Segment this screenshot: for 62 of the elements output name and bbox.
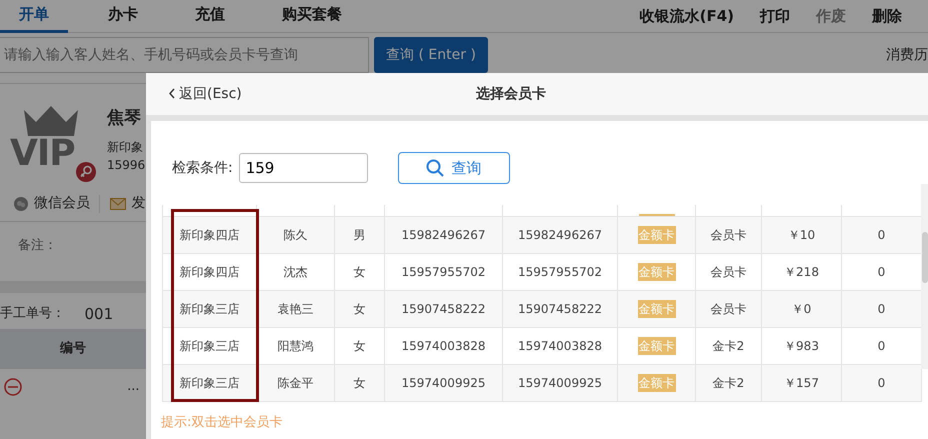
search-field[interactable]: 请输入输入客人姓名、手机号码或会员卡号查询	[0, 37, 369, 73]
balance-cell: ￥10	[762, 216, 842, 254]
card-number-cell: 15974009925	[502, 364, 618, 402]
toolbar-button[interactable]: 删除	[872, 4, 902, 28]
remove-icon[interactable]	[4, 378, 22, 396]
female-icon	[76, 162, 96, 182]
card-type-tag: 金额卡	[638, 226, 676, 244]
tab[interactable]: 购买套餐	[265, 0, 359, 32]
points-cell: 0	[842, 364, 922, 402]
balance-cell: ￥157	[762, 364, 842, 402]
card-type-tag: 金额卡	[638, 336, 676, 356]
wechat-icon	[14, 196, 28, 210]
phone-cell: 15974009925	[384, 364, 502, 402]
crown-icon	[22, 106, 80, 136]
gender-cell: 女	[334, 364, 384, 402]
table-cell-text: ...	[127, 378, 140, 396]
scrollbar[interactable]	[921, 184, 928, 369]
phone-cell: 15982496267	[384, 216, 502, 254]
points-cell: 0	[842, 216, 922, 254]
manual-number-value: 001	[84, 304, 114, 325]
gender-cell: 男	[334, 216, 384, 254]
level-cell: 会员卡	[696, 290, 762, 328]
level-cell: 金卡2	[696, 364, 762, 402]
search-icon	[426, 159, 444, 177]
phone-cell: 15907458222	[384, 290, 502, 328]
dialog-title: 选择会员卡	[476, 84, 546, 104]
chevron-left-icon	[168, 88, 176, 100]
send-link[interactable]: 发	[132, 193, 146, 214]
search-button[interactable]: 查询 ( Enter )	[374, 37, 488, 73]
store-cell: 新印象三店	[162, 290, 256, 328]
card-type-tag: 金额卡	[638, 262, 676, 282]
tab[interactable]: 开单	[0, 0, 68, 32]
name-cell: 袁艳三	[256, 290, 334, 328]
phone-number: 15996	[107, 157, 146, 174]
name-cell: 陈久	[256, 216, 334, 254]
member-name: 焦琴	[107, 107, 142, 130]
manual-number-label: 手工单号：	[0, 305, 65, 324]
card-type-tag: 金额卡	[638, 300, 676, 318]
hint-text: 提示:双击选中会员卡	[161, 414, 284, 432]
wechat-member-link[interactable]: 微信会员	[34, 193, 90, 214]
store-cell: 新印象四店	[162, 216, 256, 254]
store-name: 新印象	[107, 139, 144, 156]
toolbar-button[interactable]: 收银流水(F4)	[640, 4, 734, 28]
search-label: 检索条件:	[172, 158, 233, 178]
history-link[interactable]: 消费历	[886, 44, 928, 66]
name-cell: 陈金平	[256, 364, 334, 402]
gender-cell: 女	[334, 290, 384, 328]
search-button[interactable]: 查询	[398, 152, 510, 184]
mail-icon	[110, 198, 126, 210]
search-field[interactable]: 159	[238, 153, 368, 183]
card-number-cell: 15982496267	[502, 216, 618, 254]
back-button[interactable]: 返回(Esc)	[146, 84, 476, 104]
tab[interactable]: 办卡	[91, 0, 155, 32]
card-type-tag: 金额卡	[638, 374, 676, 392]
tab[interactable]: 充值	[178, 0, 242, 32]
toolbar-button[interactable]: 打印	[760, 4, 790, 28]
points-cell: 0	[842, 290, 922, 328]
remark-label: 备注：	[18, 238, 57, 253]
level-cell: 会员卡	[696, 216, 762, 254]
card-number-cell: 15907458222	[502, 290, 618, 328]
balance-cell: ￥0	[762, 290, 842, 328]
vip-logo-text: VIP	[10, 136, 75, 172]
